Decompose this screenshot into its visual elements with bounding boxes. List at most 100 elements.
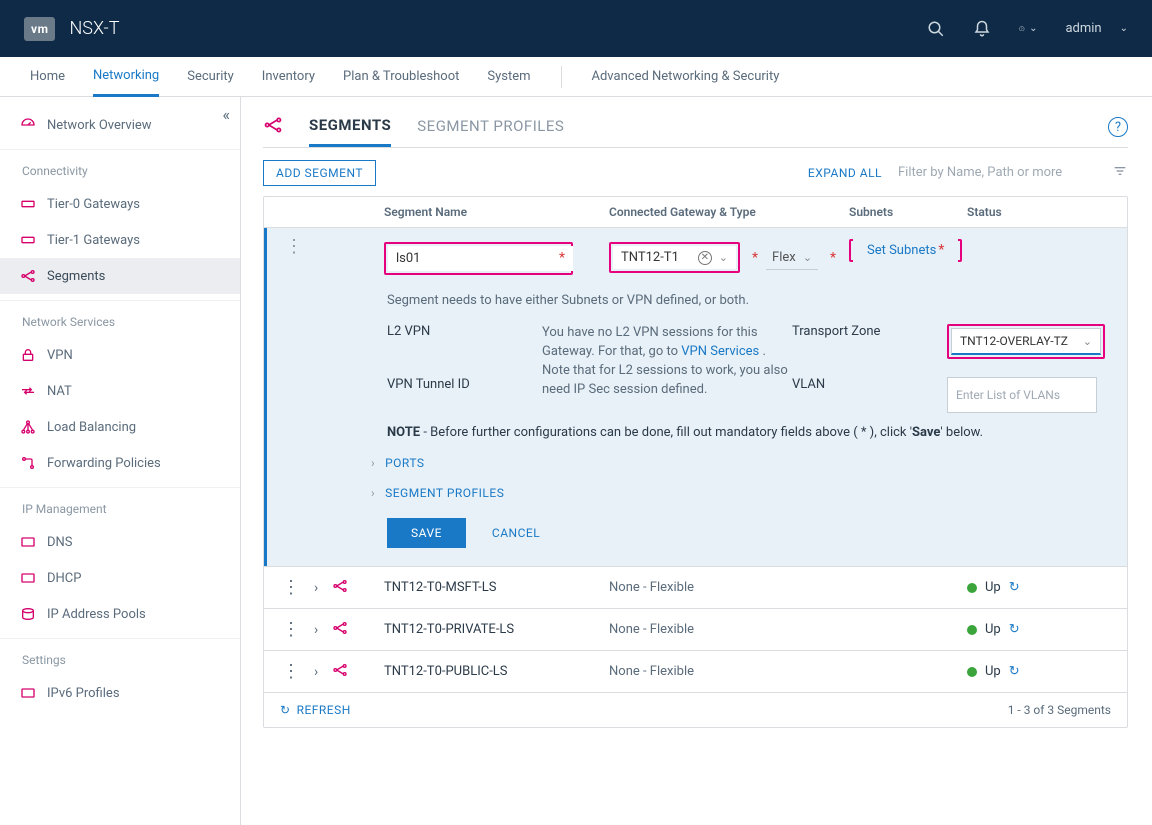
profile-icon — [20, 685, 36, 701]
status-dot-icon — [967, 583, 977, 593]
tab-inventory[interactable]: Inventory — [262, 57, 315, 97]
collapse-icon[interactable]: « — [222, 105, 230, 124]
chevron-right-icon[interactable]: › — [314, 580, 318, 596]
row-menu-icon[interactable]: ⋮ — [285, 242, 303, 252]
tab-system[interactable]: System — [487, 57, 530, 97]
filter-icon[interactable] — [1112, 163, 1128, 183]
sidebar-item-label: Segments — [47, 269, 105, 284]
gateway-select[interactable]: TNT12-T1✕⌄ — [613, 246, 736, 269]
refresh-icon[interactable]: ↻ — [1009, 580, 1020, 595]
chevron-down-icon: ⌄ — [1083, 335, 1092, 348]
chevron-right-icon: › — [371, 486, 375, 500]
help-icon[interactable]: ? — [1108, 117, 1128, 137]
sidebar-item-overview[interactable]: Network Overview — [0, 107, 240, 143]
chevron-right-icon[interactable]: › — [314, 664, 318, 680]
sidebar-item-label: VPN — [47, 348, 73, 363]
tz-select[interactable]: TNT12-OVERLAY-TZ⌄ — [951, 328, 1101, 355]
tab-advanced[interactable]: Advanced Networking & Security — [592, 57, 780, 97]
sidebar-item-tier1[interactable]: Tier-1 Gateways — [0, 222, 240, 258]
row-name: TNT12-T0-PUBLIC-LS — [384, 664, 609, 679]
cancel-button[interactable]: CANCEL — [492, 526, 540, 540]
sidebar-item-dhcp[interactable]: DHCP — [0, 560, 240, 596]
required-icon: * — [830, 250, 836, 266]
sidebar-group-settings: Settings — [0, 639, 240, 675]
segment-name-input[interactable] — [388, 246, 573, 271]
row-gateway: None - Flexible — [609, 580, 849, 595]
row-name: TNT12-T0-MSFT-LS — [384, 580, 609, 595]
page-tabs: SEGMENTS SEGMENT PROFILES ? — [263, 115, 1128, 148]
nat-icon — [20, 383, 36, 399]
sidebar-item-dns[interactable]: DNS — [0, 524, 240, 560]
row-menu-icon[interactable]: ⋮ — [282, 583, 300, 593]
page-tab-profiles[interactable]: SEGMENT PROFILES — [417, 117, 564, 145]
vpn-services-link[interactable]: VPN Services — [681, 344, 759, 359]
tunnel-label: VPN Tunnel ID — [387, 377, 542, 392]
dns-icon — [20, 534, 36, 550]
sidebar-item-ippools[interactable]: IP Address Pools — [0, 596, 240, 632]
sidebar-group-ipmgmt: IP Management — [0, 488, 240, 524]
sidebar-item-vpn[interactable]: VPN — [0, 337, 240, 373]
sidebar-group-netservices: Network Services — [0, 301, 240, 337]
sidebar-item-label: DHCP — [47, 571, 81, 586]
top-bar: vm NSX-T ⌄ admin⌄ — [0, 0, 1152, 57]
subnet-note: Segment needs to have either Subnets or … — [387, 293, 1109, 308]
chevron-down-icon: ⌄ — [719, 251, 728, 264]
sidebar-item-ipv6[interactable]: IPv6 Profiles — [0, 675, 240, 711]
app-title: NSX-T — [69, 18, 119, 39]
l2vpn-text: You have no L2 VPN sessions for this Gat… — [542, 324, 792, 399]
chevron-down-icon: ⌄ — [803, 251, 812, 264]
vlan-input[interactable] — [947, 377, 1097, 413]
row-menu-icon[interactable]: ⋮ — [282, 667, 300, 677]
save-button[interactable]: SAVE — [387, 518, 466, 548]
segments-grid: Segment Name Connected Gateway & Type Su… — [263, 196, 1128, 728]
sidebar-item-lb[interactable]: Load Balancing — [0, 409, 240, 445]
table-row: ⋮› TNT12-T0-MSFT-LS None - Flexible Up↻ — [264, 566, 1127, 608]
type-select[interactable]: Flex⌄ — [766, 246, 818, 270]
sidebar-item-nat[interactable]: NAT — [0, 373, 240, 409]
add-segment-button[interactable]: ADD SEGMENT — [263, 160, 376, 186]
lock-icon — [20, 347, 36, 363]
help-icon[interactable]: ⌄ — [1019, 20, 1037, 38]
sidebar-item-label: IP Address Pools — [47, 607, 146, 622]
main-tab-bar: Home Networking Security Inventory Plan … — [0, 57, 1152, 97]
set-subnets-link[interactable]: Set Subnets* — [853, 237, 958, 264]
loadbalance-icon — [20, 419, 36, 435]
required-icon: * — [559, 250, 565, 266]
sidebar-group-connectivity: Connectivity — [0, 150, 240, 186]
ports-expand[interactable]: ›PORTS — [371, 456, 1109, 470]
sidebar-item-segments[interactable]: Segments — [0, 258, 240, 294]
router-icon — [20, 196, 36, 212]
highlight-gateway: TNT12-T1✕⌄ — [609, 242, 740, 273]
highlight-segname: * — [384, 242, 573, 275]
expand-all-button[interactable]: EXPAND ALL — [808, 166, 882, 180]
sidebar-item-label: Load Balancing — [47, 420, 136, 435]
tab-home[interactable]: Home — [30, 57, 65, 97]
row-status: Up — [985, 622, 1001, 637]
row-gateway: None - Flexible — [609, 664, 849, 679]
refresh-icon[interactable]: ↻ — [1009, 664, 1020, 679]
sidebar-item-label: Forwarding Policies — [47, 456, 161, 471]
sidebar-item-tier0[interactable]: Tier-0 Gateways — [0, 186, 240, 222]
search-icon[interactable] — [927, 20, 945, 38]
tab-networking[interactable]: Networking — [93, 57, 159, 97]
chevron-right-icon: › — [371, 456, 375, 470]
user-menu[interactable]: admin⌄ — [1065, 21, 1128, 36]
refresh-icon[interactable]: ↻ — [1009, 622, 1020, 637]
col-gateway: Connected Gateway & Type — [609, 205, 849, 219]
l2vpn-label: L2 VPN — [387, 324, 542, 339]
tab-plan[interactable]: Plan & Troubleshoot — [343, 57, 459, 97]
refresh-button[interactable]: ↻REFRESH — [280, 703, 351, 717]
segprofiles-expand[interactable]: ›SEGMENT PROFILES — [371, 486, 1109, 500]
sidebar-item-fwd[interactable]: Forwarding Policies — [0, 445, 240, 481]
page-tab-segments[interactable]: SEGMENTS — [309, 116, 391, 147]
segment-icon — [332, 620, 348, 640]
row-menu-icon[interactable]: ⋮ — [282, 625, 300, 635]
tz-label: Transport Zone — [792, 324, 947, 339]
table-row: ⋮› TNT12-T0-PRIVATE-LS None - Flexible U… — [264, 608, 1127, 650]
vmware-logo: vm — [24, 17, 55, 41]
clear-icon[interactable]: ✕ — [698, 251, 712, 265]
filter-input[interactable] — [898, 165, 1098, 181]
chevron-right-icon[interactable]: › — [314, 622, 318, 638]
tab-security[interactable]: Security — [187, 57, 234, 97]
bell-icon[interactable] — [973, 20, 991, 38]
